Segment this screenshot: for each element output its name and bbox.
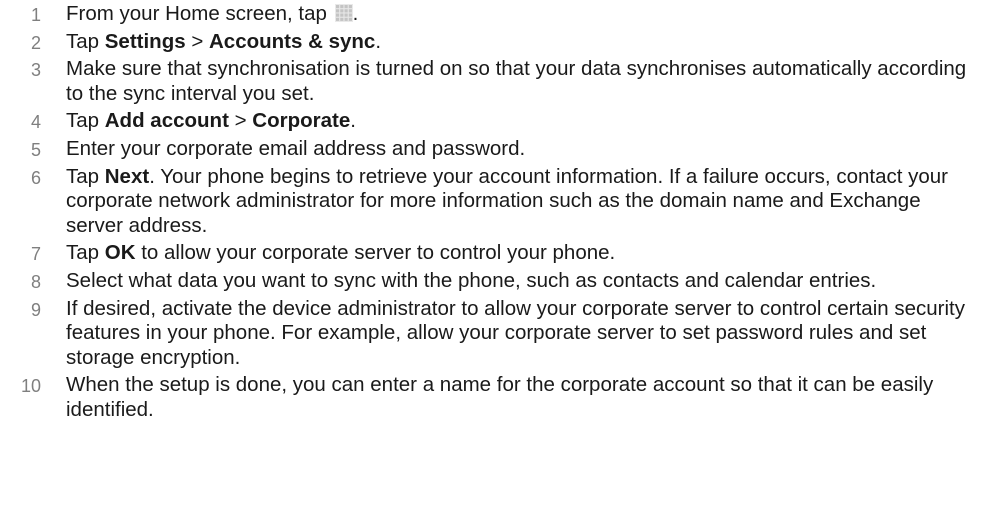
step-number: 5	[30, 139, 41, 160]
ui-term: OK	[104, 241, 136, 265]
step-number: 1	[30, 5, 41, 25]
step-text: Enter your corporate email address and p…	[66, 137, 525, 160]
step-number: 10	[20, 376, 41, 397]
step-item: 7 Tap OK to allow your corporate server t…	[0, 241, 983, 266]
step-item: 10 When the setup is done, you can enter …	[0, 373, 983, 422]
step-text-run: From your Home screen, tap	[66, 2, 333, 25]
step-item: 5 Enter your corporate email address and …	[0, 137, 983, 162]
step-item: 1 From your Home screen, tap .	[0, 2, 983, 27]
ui-term: Corporate	[252, 109, 351, 133]
step-text-run: . Your phone begins to retrieve your acc…	[66, 164, 948, 237]
apps-grid-icon	[334, 4, 353, 22]
step-text-run: to allow your corporate server to contro…	[135, 241, 616, 265]
step-number: 2	[30, 32, 41, 53]
step-text: Tap Add account > Corporate.	[66, 109, 356, 132]
step-text-run: Tap	[66, 109, 105, 133]
step-text-run: .	[350, 109, 356, 133]
step-item: 9 If desired, activate the device adminis…	[0, 297, 983, 371]
step-text-run: .	[375, 29, 382, 53]
step-item: 8 Select what data you want to sync with …	[0, 269, 983, 294]
step-text: Make sure that synchronisation is turned…	[66, 57, 966, 105]
step-number: 6	[30, 167, 41, 188]
step-text: Tap Settings > Accounts & sync.	[66, 30, 381, 53]
step-text: If desired, activate the device administ…	[66, 297, 965, 369]
ui-term: Next	[104, 164, 150, 188]
step-text: Tap OK to allow your corporate server to…	[66, 241, 615, 264]
ui-term: Accounts & sync	[209, 29, 376, 53]
step-number: 3	[30, 60, 41, 81]
step-item: 6 Tap Next. Your phone begins to retrieve…	[0, 165, 983, 239]
step-number: 8	[30, 271, 41, 292]
step-number: 9	[30, 299, 41, 320]
step-text-run: Select what data you want to sync with t…	[66, 268, 877, 292]
step-item: 4 Tap Add account > Corporate.	[0, 109, 983, 134]
ui-term: Settings	[104, 29, 186, 53]
step-text-run: Enter your corporate email address and p…	[66, 136, 526, 160]
step-text-run: When the setup is done, you can enter a …	[66, 373, 934, 421]
step-text-run: .	[352, 2, 359, 25]
step-text-run: >	[228, 109, 253, 133]
step-number: 7	[30, 244, 41, 265]
step-number: 4	[30, 112, 41, 133]
step-item: 3 Make sure that synchronisation is turne…	[0, 57, 983, 106]
step-text: Tap Next. Your phone begins to retrieve …	[66, 165, 948, 237]
step-text-run: If desired, activate the device administ…	[66, 296, 965, 369]
step-text-run: Tap	[66, 164, 105, 188]
step-text-run: Tap	[66, 241, 105, 265]
step-item: 2 Tap Settings > Accounts & sync.	[0, 30, 983, 55]
step-text: From your Home screen, tap .	[66, 2, 358, 25]
step-text-run: Tap	[66, 29, 105, 53]
step-text: Select what data you want to sync with t…	[66, 269, 876, 292]
step-text-run: Make sure that synchronisation is turned…	[66, 57, 967, 105]
step-text: When the setup is done, you can enter a …	[66, 373, 933, 421]
step-text-run: >	[185, 29, 209, 53]
instruction-steps: 1 From your Home screen, tap . 2 Tap Settin…	[0, 0, 983, 426]
ui-term: Add account	[104, 109, 229, 133]
